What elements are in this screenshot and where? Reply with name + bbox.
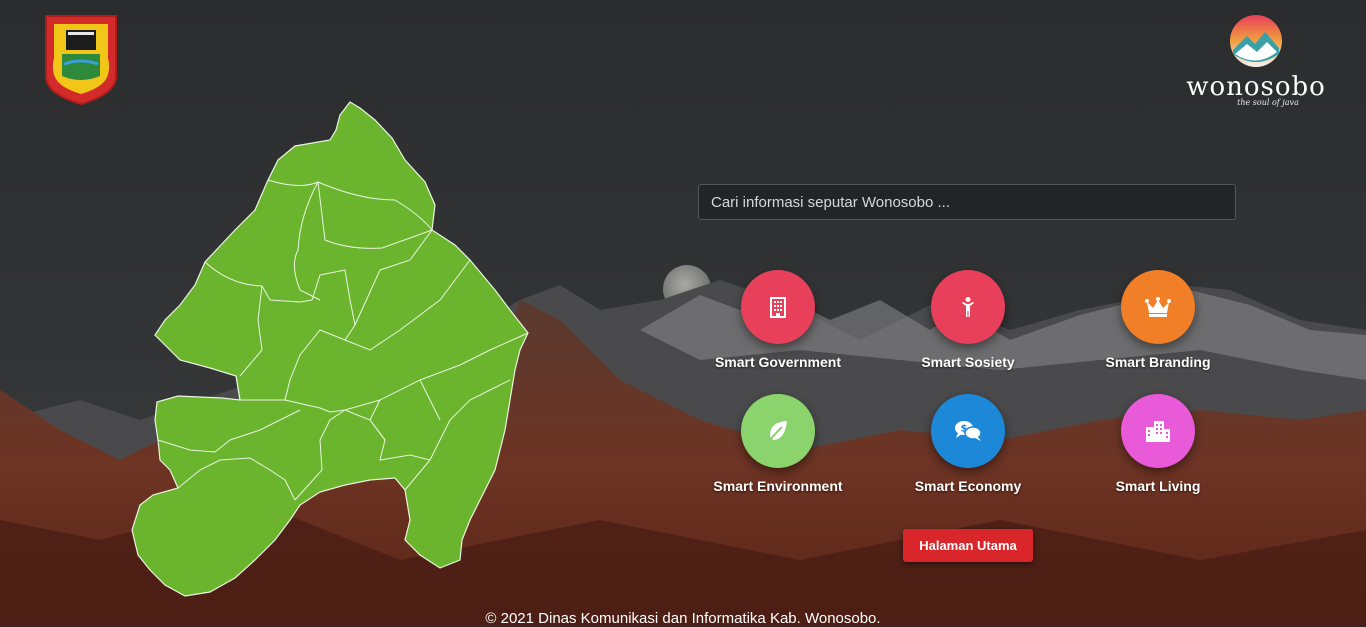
smart-government-button[interactable]: Smart Government bbox=[683, 270, 873, 370]
smart-living-label: Smart Living bbox=[1115, 478, 1201, 494]
smart-economy-label: Smart Economy bbox=[914, 478, 1022, 494]
smart-economy-button[interactable]: $ Smart Economy bbox=[873, 394, 1063, 494]
leaf-icon bbox=[741, 394, 815, 468]
smart-sosiety-button[interactable]: Smart Sosiety bbox=[873, 270, 1063, 370]
city-icon bbox=[1121, 394, 1195, 468]
brand-name: wonosobo bbox=[1186, 72, 1326, 102]
smart-branding-button[interactable]: Smart Branding bbox=[1063, 270, 1253, 370]
person-icon bbox=[931, 270, 1005, 344]
smart-living-button[interactable]: Smart Living bbox=[1063, 394, 1253, 494]
money-chat-icon: $ bbox=[931, 394, 1005, 468]
crown-icon bbox=[1121, 270, 1195, 344]
svg-text:$: $ bbox=[961, 424, 968, 435]
brand-mountain-emblem-icon bbox=[1230, 15, 1282, 67]
smart-sosiety-label: Smart Sosiety bbox=[921, 354, 1015, 370]
smart-branding-label: Smart Branding bbox=[1105, 354, 1211, 370]
search-input[interactable] bbox=[698, 184, 1236, 220]
smart-government-label: Smart Government bbox=[714, 354, 842, 370]
footer-copyright: © 2021 Dinas Komunikasi dan Informatika … bbox=[485, 610, 881, 627]
home-button[interactable]: Halaman Utama bbox=[903, 529, 1033, 562]
smart-environment-button[interactable]: Smart Environment bbox=[683, 394, 873, 494]
regency-crest-logo bbox=[44, 14, 118, 106]
building-icon bbox=[741, 270, 815, 344]
smart-environment-label: Smart Environment bbox=[713, 478, 843, 494]
wonosobo-brand-logo: wonosobo the soul of java bbox=[1186, 14, 1326, 107]
